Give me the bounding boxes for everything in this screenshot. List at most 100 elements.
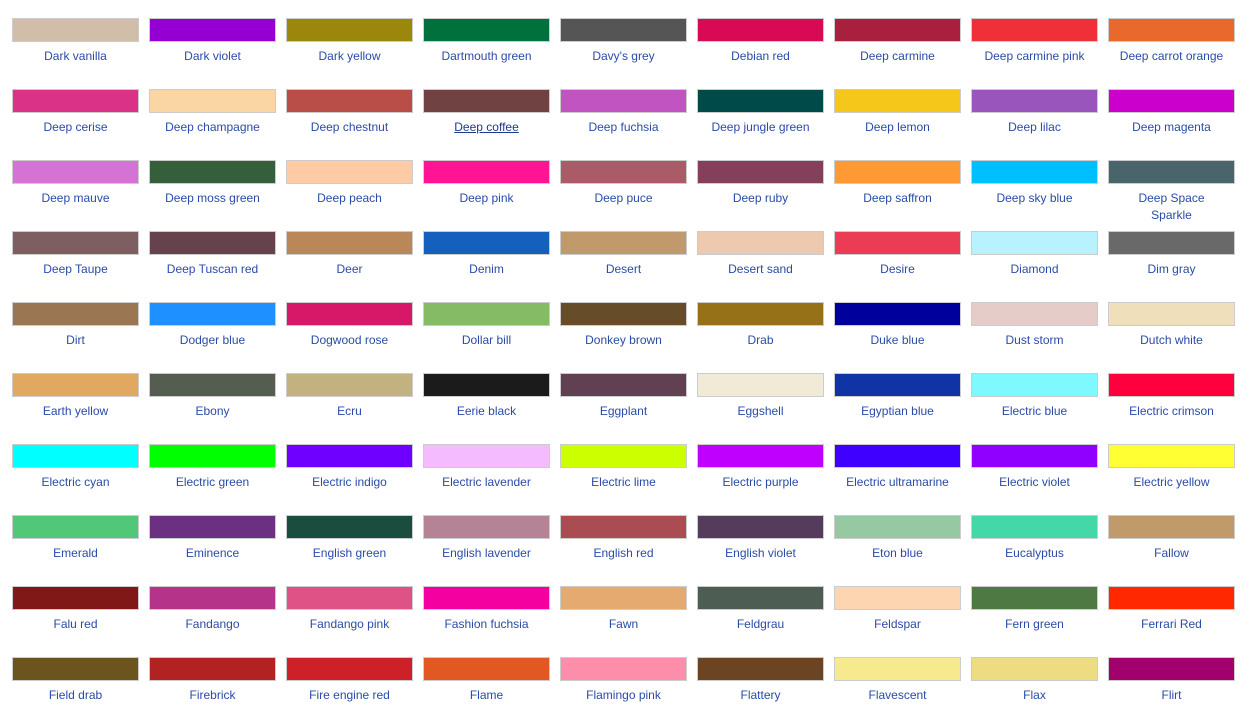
color-name-link[interactable]: Deep champagne (158, 119, 268, 136)
color-item[interactable]: Fandango pink (286, 586, 413, 657)
color-item[interactable]: Ebony (149, 373, 276, 444)
color-name-link[interactable]: Deep lemon (843, 119, 953, 136)
color-swatch[interactable] (423, 160, 550, 184)
color-item[interactable]: Deep chestnut (286, 89, 413, 160)
color-swatch[interactable] (149, 515, 276, 539)
color-swatch[interactable] (149, 89, 276, 113)
color-item[interactable]: Ecru (286, 373, 413, 444)
color-swatch[interactable] (286, 373, 413, 397)
color-swatch[interactable] (560, 231, 687, 255)
color-swatch[interactable] (697, 231, 824, 255)
color-item[interactable]: Deep coffee (423, 89, 550, 160)
color-swatch[interactable] (1108, 302, 1235, 326)
color-swatch[interactable] (423, 586, 550, 610)
color-swatch[interactable] (697, 586, 824, 610)
color-swatch[interactable] (1108, 444, 1235, 468)
color-item[interactable]: Dodger blue (149, 302, 276, 373)
color-swatch[interactable] (697, 657, 824, 681)
color-swatch[interactable] (834, 515, 961, 539)
color-swatch[interactable] (971, 515, 1098, 539)
color-item[interactable]: Electric violet (971, 444, 1098, 515)
color-item[interactable]: Electric lavender (423, 444, 550, 515)
color-name-link[interactable]: Ecru (295, 403, 405, 420)
color-name-link[interactable]: Deep cerise (21, 119, 131, 136)
color-item[interactable]: Desert sand (697, 231, 824, 302)
color-item[interactable]: Donkey brown (560, 302, 687, 373)
color-swatch[interactable] (834, 160, 961, 184)
color-name-link[interactable]: Flavescent (843, 687, 953, 704)
color-name-link[interactable]: Dollar bill (432, 332, 542, 349)
color-swatch[interactable] (286, 657, 413, 681)
color-swatch[interactable] (971, 444, 1098, 468)
color-swatch[interactable] (1108, 586, 1235, 610)
color-item[interactable]: Deep cerise (12, 89, 139, 160)
color-item[interactable]: Deep saffron (834, 160, 961, 231)
color-item[interactable]: Field drab (12, 657, 139, 728)
color-name-link[interactable]: Fawn (569, 616, 679, 633)
color-swatch[interactable] (697, 515, 824, 539)
color-swatch[interactable] (423, 231, 550, 255)
color-swatch[interactable] (286, 302, 413, 326)
color-item[interactable]: Eerie black (423, 373, 550, 444)
color-name-link[interactable]: Deer (295, 261, 405, 278)
color-swatch[interactable] (560, 18, 687, 42)
color-item[interactable]: Duke blue (834, 302, 961, 373)
color-swatch[interactable] (423, 373, 550, 397)
color-item[interactable]: Fallow (1108, 515, 1235, 586)
color-swatch[interactable] (286, 18, 413, 42)
color-item[interactable]: Feldgrau (697, 586, 824, 657)
color-item[interactable]: Deep puce (560, 160, 687, 231)
color-swatch[interactable] (423, 302, 550, 326)
color-name-link[interactable]: Dogwood rose (295, 332, 405, 349)
color-item[interactable]: Dark yellow (286, 18, 413, 89)
color-item[interactable]: Flax (971, 657, 1098, 728)
color-item[interactable]: Deep champagne (149, 89, 276, 160)
color-item[interactable]: Dirt (12, 302, 139, 373)
color-name-link[interactable]: Deep moss green (158, 190, 268, 207)
color-swatch[interactable] (286, 586, 413, 610)
color-item[interactable]: Deep moss green (149, 160, 276, 231)
color-item[interactable]: Dartmouth green (423, 18, 550, 89)
color-swatch[interactable] (149, 657, 276, 681)
color-swatch[interactable] (423, 515, 550, 539)
color-swatch[interactable] (971, 586, 1098, 610)
color-item[interactable]: Electric lime (560, 444, 687, 515)
color-name-link[interactable]: Eerie black (432, 403, 542, 420)
color-name-link[interactable]: Firebrick (158, 687, 268, 704)
color-swatch[interactable] (12, 231, 139, 255)
color-swatch[interactable] (1108, 373, 1235, 397)
color-item[interactable]: Deep Tuscan red (149, 231, 276, 302)
color-item[interactable]: Egyptian blue (834, 373, 961, 444)
color-name-link[interactable]: Feldspar (843, 616, 953, 633)
color-swatch[interactable] (1108, 18, 1235, 42)
color-name-link[interactable]: Electric lime (569, 474, 679, 491)
color-swatch[interactable] (286, 231, 413, 255)
color-swatch[interactable] (286, 89, 413, 113)
color-swatch[interactable] (697, 160, 824, 184)
color-swatch[interactable] (423, 444, 550, 468)
color-name-link[interactable]: Electric blue (980, 403, 1090, 420)
color-item[interactable]: Deep fuchsia (560, 89, 687, 160)
color-item[interactable]: Drab (697, 302, 824, 373)
color-item[interactable]: Eton blue (834, 515, 961, 586)
color-swatch[interactable] (1108, 160, 1235, 184)
color-item[interactable]: English lavender (423, 515, 550, 586)
color-name-link[interactable]: Dark violet (158, 48, 268, 65)
color-name-link[interactable]: Deep carmine (843, 48, 953, 65)
color-name-link[interactable]: Electric yellow (1117, 474, 1227, 491)
color-name-link[interactable]: Davy's grey (569, 48, 679, 65)
color-swatch[interactable] (12, 373, 139, 397)
color-name-link[interactable]: Falu red (21, 616, 131, 633)
color-item[interactable]: Deep mauve (12, 160, 139, 231)
color-item[interactable]: Falu red (12, 586, 139, 657)
color-swatch[interactable] (971, 231, 1098, 255)
color-name-link[interactable]: Dodger blue (158, 332, 268, 349)
color-item[interactable]: Fawn (560, 586, 687, 657)
color-item[interactable]: Fire engine red (286, 657, 413, 728)
color-swatch[interactable] (971, 373, 1098, 397)
color-item[interactable]: Deep carmine (834, 18, 961, 89)
color-name-link[interactable]: Dust storm (980, 332, 1090, 349)
color-item[interactable]: Flavescent (834, 657, 961, 728)
color-item[interactable]: Electric cyan (12, 444, 139, 515)
color-item[interactable]: Desire (834, 231, 961, 302)
